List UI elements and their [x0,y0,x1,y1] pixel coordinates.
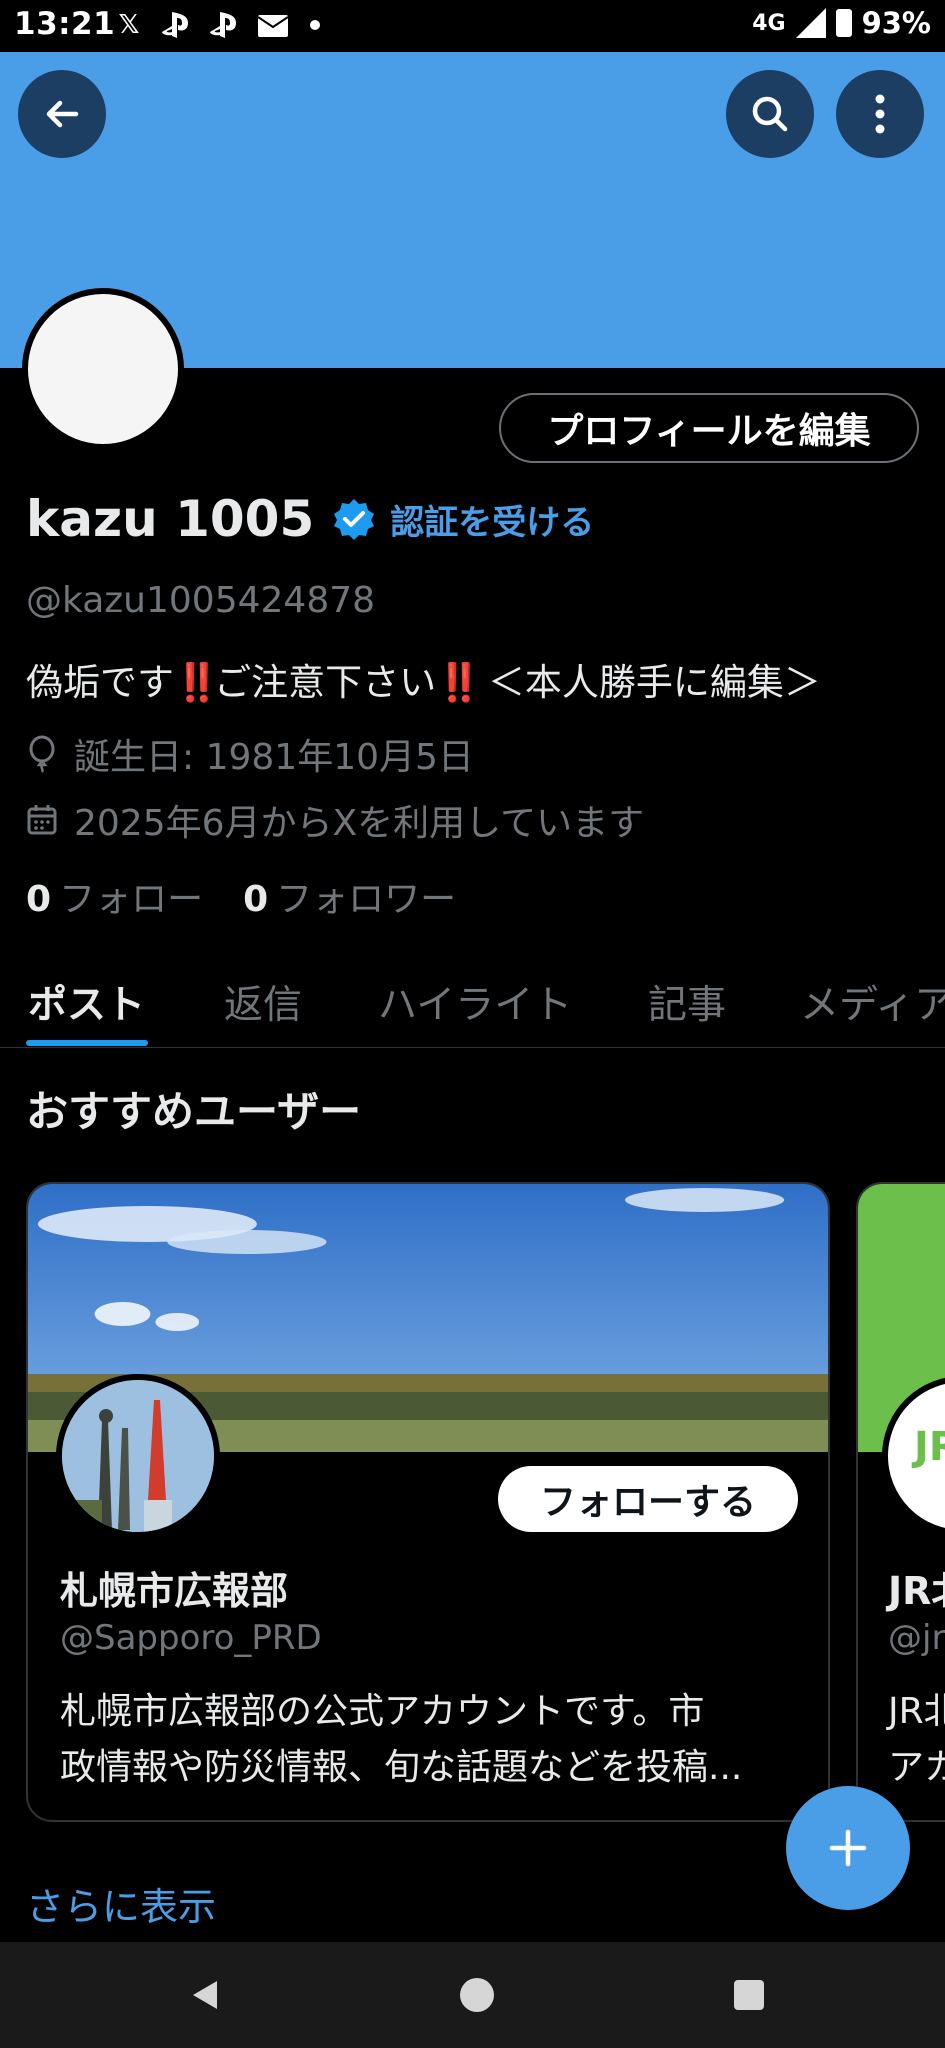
profile-avatar[interactable] [22,288,184,450]
card2-desc-line-2: アカ [888,1747,945,1788]
follow-stats: 0 フォロー 0 フォロワー [26,870,456,922]
more-notifications-dot [310,20,320,30]
search-button[interactable] [726,70,814,158]
tab-posts[interactable]: ポスト [28,974,145,1030]
card-desc-line-1: 札幌市広報部の公式アカウントです。市 [60,1691,705,1732]
more-options-button[interactable] [836,70,924,158]
followers-label: フォロワー [276,879,457,920]
network-type: 4G [752,10,786,36]
card-avatar [56,1374,220,1538]
name-row: kazu 1005 認証を受ける [26,490,594,548]
card-user-description: 札幌市広報部の公式アカウントです。市 政情報や防災情報、旬な話題などを投稿... [60,1684,800,1796]
show-more-link[interactable]: さらに表示 [26,1876,216,1931]
signal-icon [795,8,826,38]
nav-home-icon [460,1978,494,2012]
tab-articles[interactable]: 記事 [648,974,726,1030]
nav-home-button[interactable] [452,1970,502,2020]
card-user-name: 札幌市広報部 [60,1569,289,1613]
tab-replies[interactable]: 返信 [224,974,302,1030]
nav-back-icon [193,1981,217,2009]
nav-recent-button[interactable] [724,1970,774,2020]
playstation-icon [210,12,236,38]
double-exclamation-icon: ‼️ [174,661,220,704]
nav-recent-icon [734,1980,764,2010]
nav-back-button[interactable] [180,1970,230,2020]
profile-tabs: ポスト 返信 ハイライト 記事 メディア [0,960,945,1048]
active-tab-indicator [26,1040,148,1046]
display-name: kazu 1005 [26,490,315,548]
calendar-icon [27,805,57,835]
followers-count: 0 [243,879,269,920]
au-mail-icon [257,15,289,37]
joined-text: 2025年6月からXを利用しています [74,803,645,844]
birthday-text: 誕生日: 1981年10月5日 [74,737,474,778]
x-icon: 𝕏 [118,10,140,40]
bio-text-3: ＜本人勝手に編集＞ [476,661,821,704]
following-count: 0 [26,879,52,920]
card2-user-name: JR北 [888,1569,945,1613]
card-desc-line-2: 政情報や防災情報、旬な話題などを投稿... [60,1747,743,1788]
birthday-row: 誕生日: 1981年10月5日 [26,728,474,780]
status-bar: 13:21 𝕏 4G 93% [0,0,945,52]
more-vertical-icon [875,94,885,134]
profile-bio: 偽垢です‼️ご注意下さい‼️ ＜本人勝手に編集＞ [26,652,821,706]
edit-profile-button[interactable]: プロフィールを編集 [499,393,919,463]
plus-icon [829,1829,867,1867]
verified-badge-icon [334,499,375,540]
compose-fab[interactable] [786,1786,910,1910]
notification-icons: 𝕏 [112,8,320,42]
following-label: フォロー [59,879,204,920]
system-nav-bar [0,1942,945,2048]
card2-desc-line-1: JR北 [888,1691,945,1732]
status-right: 4G 93% [752,6,931,40]
sapporo-tv-tower-image [62,1380,214,1532]
profile-handle: @kazu1005424878 [26,580,376,621]
followers-link[interactable]: 0 フォロワー [243,870,456,922]
tab-media[interactable]: メディア [800,974,945,1030]
bio-text-1: 偽垢です [26,661,174,704]
user-card-sapporo[interactable]: フォローする 札幌市広報部 @Sapporo_PRD 札幌市広報部の公式アカウン… [26,1182,830,1822]
get-verified-link[interactable]: 認証を受ける [390,495,594,544]
follow-button[interactable]: フォローする [498,1466,798,1532]
search-icon [752,96,788,132]
card2-user-handle: @jr [888,1618,945,1658]
battery-icon [835,9,852,37]
playstation-icon [162,12,188,38]
joined-row: 2025年6月からXを利用しています [26,794,644,846]
card-user-handle: @Sapporo_PRD [60,1618,322,1658]
back-arrow-icon [46,100,79,128]
bio-text-2: ご注意下さい [214,661,437,704]
user-card-jr[interactable]: JR JR北 @jr JR北 アカ [856,1182,945,1822]
balloon-icon [29,735,55,773]
back-button[interactable] [18,70,106,158]
battery-percent: 93% [861,6,931,40]
card2-user-description: JR北 アカ [888,1684,945,1796]
tab-highlights[interactable]: ハイライト [378,974,572,1030]
recommended-users-title: おすすめユーザー [26,1087,362,1136]
double-exclamation-icon: ‼️ [436,661,482,704]
status-time: 13:21 [14,6,116,42]
jr-logo: JR [914,1424,945,1470]
following-link[interactable]: 0 フォロー [26,870,203,922]
